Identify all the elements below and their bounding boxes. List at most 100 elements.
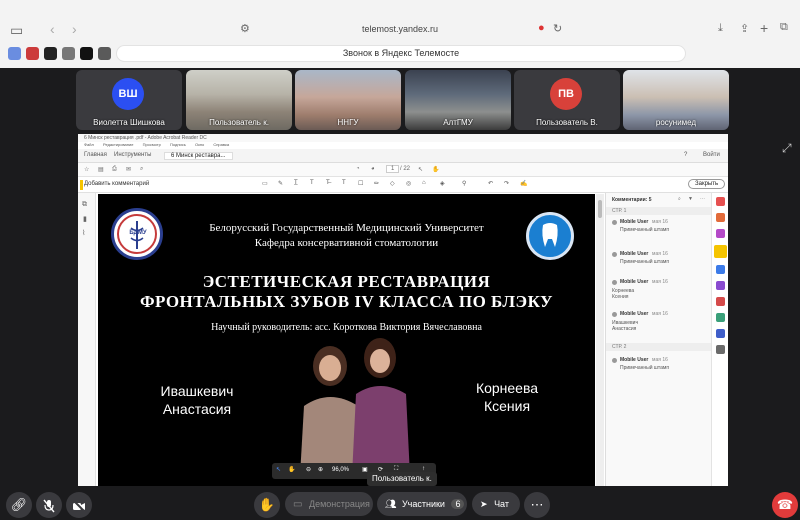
favorite-icon-2[interactable] xyxy=(26,47,39,60)
insert-text-icon[interactable]: T xyxy=(342,180,346,186)
demonstration-label: Демонстрация xyxy=(308,499,370,509)
prev-page-icon[interactable]: ◔ xyxy=(356,166,360,172)
copy-link-button[interactable]: 🔗︎ xyxy=(6,492,32,518)
protect-icon[interactable] xyxy=(716,313,725,322)
participant-tile[interactable]: ВШ Виолетта Шишкова xyxy=(76,70,182,130)
download-icon[interactable]: ⤓ xyxy=(718,22,723,35)
print-icon[interactable]: ⎙ xyxy=(112,166,117,173)
fit-page-icon[interactable]: ▣ xyxy=(362,466,368,473)
sign-in-link[interactable]: Войти xyxy=(703,152,720,158)
attach-icon[interactable]: ◈ xyxy=(440,180,445,187)
mail-icon[interactable]: ✉ xyxy=(126,166,131,173)
participants-button[interactable]: 👥︎ Участники 6 xyxy=(377,492,467,516)
raise-hand-button[interactable]: ✋ xyxy=(254,492,280,518)
more-button[interactable]: ⋯ xyxy=(524,492,550,518)
replace-text-icon[interactable]: ☐ xyxy=(358,180,363,187)
new-tab-icon[interactable]: + xyxy=(760,20,768,36)
favorite-icon-5[interactable] xyxy=(80,47,93,60)
participant-name: Пользователь к. xyxy=(209,118,269,127)
zoom-out-icon[interactable]: ⊖ xyxy=(306,466,311,473)
create-pdf-icon[interactable] xyxy=(716,213,725,222)
pen-icon[interactable]: ✎ xyxy=(278,180,283,187)
participant-tile[interactable]: Пользователь к. xyxy=(186,70,292,130)
menu-item[interactable]: Подпись xyxy=(170,142,186,147)
underline-icon[interactable]: T̲ xyxy=(294,180,298,186)
search-icon[interactable]: ⌕ xyxy=(140,166,143,173)
zoom-in-icon[interactable]: ⊕ xyxy=(318,466,323,473)
undo-icon[interactable]: ↶ xyxy=(488,180,493,187)
comment-text: Корнеева Ксения xyxy=(612,288,635,300)
url-display[interactable]: telemost.yandex.ru xyxy=(0,24,800,34)
favorite-icon-1[interactable] xyxy=(8,47,21,60)
screen-share: 6 Минск реставрация .pdf - Adobe Acrobat… xyxy=(78,134,728,486)
sign-icon[interactable]: ✍ xyxy=(520,180,527,187)
menu-item[interactable]: Окно xyxy=(195,142,204,147)
select-tool-icon[interactable]: ↖ xyxy=(276,466,281,473)
more-tools-icon[interactable] xyxy=(716,345,725,354)
comment-time: мая 16 xyxy=(652,251,668,257)
camera-button[interactable] xyxy=(66,492,92,518)
organize-icon[interactable] xyxy=(716,281,725,290)
thumbnails-icon[interactable]: ⧉ xyxy=(82,201,87,209)
menu-item[interactable]: Просмотр xyxy=(143,142,161,147)
strike-icon[interactable]: T̶ xyxy=(326,180,330,186)
tab-document[interactable]: 6 Минск реставра... xyxy=(164,152,233,160)
pdf-scrollbar[interactable] xyxy=(596,194,604,486)
edit-pdf-icon[interactable] xyxy=(716,229,725,238)
export-pdf-icon[interactable] xyxy=(716,197,725,206)
speaker-tooltip: Пользователь к. xyxy=(367,472,437,486)
comments-more-icon[interactable]: ⋯ xyxy=(700,196,705,202)
save-icon[interactable]: ▤ xyxy=(98,166,104,173)
tab-title-bar[interactable]: Звонок в Яндекс Телемосте xyxy=(116,45,686,62)
comments-search-icon[interactable]: ⌕ xyxy=(678,196,681,202)
menu-item[interactable]: Файл xyxy=(84,142,94,147)
tab-overview-icon[interactable]: ⧉ xyxy=(780,21,788,34)
next-page-icon[interactable]: ◕ xyxy=(371,166,375,172)
tab-home[interactable]: Главная xyxy=(84,152,107,158)
participant-tile[interactable]: АлтГМУ xyxy=(405,70,511,130)
chat-label: Чат xyxy=(494,499,509,509)
favorite-icon-3[interactable] xyxy=(44,47,57,60)
page-number-input[interactable]: 1 xyxy=(386,165,400,173)
chat-button[interactable]: ➤ Чат xyxy=(472,492,520,516)
close-comment-button[interactable]: Закрыть xyxy=(688,179,726,189)
redact-icon[interactable] xyxy=(716,297,725,306)
participant-tile[interactable]: росунимед xyxy=(623,70,729,130)
arrow-tool-icon[interactable]: ↖ xyxy=(418,166,423,173)
text-icon[interactable]: T xyxy=(310,180,314,186)
comments-filter-icon[interactable]: ▼ xyxy=(688,196,693,202)
stamp-icon[interactable]: ⌂ xyxy=(422,180,426,186)
menu-item[interactable]: Справка xyxy=(213,142,229,147)
combine-icon[interactable] xyxy=(716,265,725,274)
share-icon[interactable]: ⇪ xyxy=(740,22,749,35)
participant-tile[interactable]: ННГУ xyxy=(295,70,401,130)
pencil-icon[interactable]: ✏ xyxy=(374,180,379,187)
zoom-level[interactable]: 96,0% xyxy=(332,467,349,473)
favorite-icon-6[interactable] xyxy=(98,47,111,60)
reload-icon[interactable]: ↻ xyxy=(553,22,562,35)
hand-tool-icon[interactable]: ✋ xyxy=(432,166,439,173)
help-icon[interactable]: ? xyxy=(684,152,687,158)
expand-icon[interactable]: ⤢ xyxy=(782,141,792,156)
scroll-thumb[interactable] xyxy=(598,200,602,218)
participant-tile[interactable]: ПВ Пользователь В. xyxy=(514,70,620,130)
attachment-icon[interactable]: ⌇ xyxy=(82,229,85,237)
microphone-in-use-icon[interactable]: ● xyxy=(538,22,545,34)
optimize-icon[interactable] xyxy=(716,329,725,338)
bookmark-star-icon[interactable]: ☆ xyxy=(84,166,89,173)
comment-icon[interactable] xyxy=(714,245,727,258)
shapes-icon[interactable]: ◎ xyxy=(406,180,411,187)
pin-icon[interactable]: ⚲ xyxy=(462,180,466,187)
hand-icon[interactable]: ✋ xyxy=(288,466,295,473)
authors-photo xyxy=(300,338,410,476)
eraser-icon[interactable]: ◇ xyxy=(390,180,395,187)
end-call-button[interactable]: ☎︎ xyxy=(772,492,798,518)
demonstration-button[interactable]: ▭ Демонстрация xyxy=(285,492,373,516)
redo-icon[interactable]: ↷ xyxy=(504,180,509,187)
comment-tool-icon[interactable]: ▭ xyxy=(262,180,268,187)
bookmark-icon[interactable]: ▮ xyxy=(83,215,87,223)
menu-item[interactable]: Редактирование xyxy=(103,142,133,147)
favorite-icon-4[interactable] xyxy=(62,47,75,60)
tab-tools[interactable]: Инструменты xyxy=(114,152,151,158)
microphone-button[interactable] xyxy=(36,492,62,518)
